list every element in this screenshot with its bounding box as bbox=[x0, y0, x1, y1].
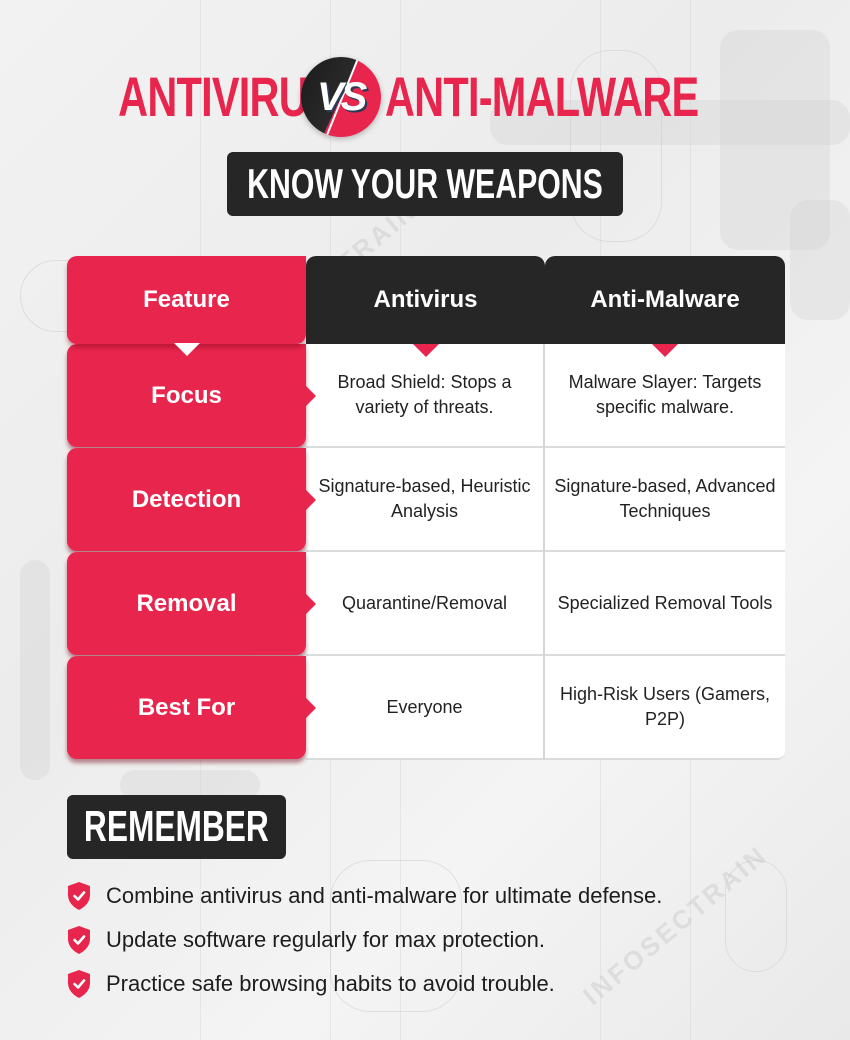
feature-label: Removal bbox=[136, 589, 237, 617]
antivirus-cell: Broad Shield: Stops a variety of threats… bbox=[306, 344, 545, 448]
title: ANTIVIRUS VS ANTI-MALWARE bbox=[0, 52, 850, 142]
title-anti-malware: ANTI-MALWARE bbox=[384, 65, 699, 128]
table-row: Focus Broad Shield: Stops a variety of t… bbox=[67, 344, 785, 448]
table-header-row: Feature Antivirus Anti-Malware bbox=[67, 256, 785, 357]
pointer-right-icon bbox=[306, 385, 316, 406]
list-item: Practice safe browsing habits to avoid t… bbox=[66, 962, 662, 1006]
feature-cell: Best For bbox=[67, 656, 316, 759]
table-row: Detection Signature-based, Heuristic Ana… bbox=[67, 448, 785, 552]
pointer-right-icon bbox=[306, 593, 316, 614]
tip-text: Practice safe browsing habits to avoid t… bbox=[106, 971, 555, 996]
pointer-down-icon bbox=[652, 344, 678, 357]
antivirus-cell: Signature-based, Heuristic Analysis bbox=[306, 448, 545, 552]
shield-check-icon bbox=[68, 926, 90, 954]
header-feature: Feature bbox=[67, 256, 306, 356]
feature-cell: Detection bbox=[67, 448, 316, 551]
list-item: Update software regularly for max protec… bbox=[66, 918, 662, 962]
shield-check-icon bbox=[68, 882, 90, 910]
vs-label: VS bbox=[316, 74, 367, 119]
tips-list: Combine antivirus and anti-malware for u… bbox=[66, 874, 662, 1006]
feature-label: Best For bbox=[137, 693, 236, 721]
anti-malware-cell: Malware Slayer: Targets specific malware… bbox=[545, 344, 785, 448]
subtitle: KNOW YOUR WEAPONS bbox=[247, 160, 603, 207]
table-row: Best For Everyone High-Risk Users (Gamer… bbox=[67, 656, 785, 760]
header-anti-malware: Anti-Malware bbox=[545, 256, 785, 357]
pointer-down-icon bbox=[173, 343, 200, 356]
pointer-right-icon bbox=[306, 697, 316, 718]
bg-block bbox=[20, 560, 50, 780]
header-antivirus: Antivirus bbox=[306, 256, 545, 357]
pointer-down-icon bbox=[412, 344, 439, 357]
feature-cell: Removal bbox=[67, 552, 316, 655]
header-label: Antivirus bbox=[373, 286, 478, 313]
header-label: Anti-Malware bbox=[590, 286, 740, 313]
header-label: Feature bbox=[143, 286, 230, 313]
remember-heading: REMEMBER bbox=[84, 802, 269, 851]
vs-badge: VS bbox=[300, 57, 381, 137]
tip-text: Update software regularly for max protec… bbox=[106, 927, 545, 952]
comparison-table: Feature Antivirus Anti-Malware Focus Bro… bbox=[67, 256, 785, 760]
antivirus-cell: Everyone bbox=[306, 656, 545, 760]
table-row: Removal Quarantine/Removal Specialized R… bbox=[67, 552, 785, 656]
bg-circuit bbox=[725, 860, 787, 972]
feature-cell: Focus bbox=[67, 344, 316, 447]
feature-label: Detection bbox=[131, 485, 242, 513]
anti-malware-cell: Signature-based, Advanced Techniques bbox=[545, 448, 785, 552]
feature-label: Focus bbox=[151, 381, 222, 409]
subtitle-banner: KNOW YOUR WEAPONS bbox=[227, 152, 623, 216]
antivirus-cell: Quarantine/Removal bbox=[306, 552, 545, 656]
anti-malware-cell: High-Risk Users (Gamers, P2P) bbox=[545, 656, 785, 760]
bg-block bbox=[790, 200, 850, 320]
tip-text: Combine antivirus and anti-malware for u… bbox=[106, 883, 663, 908]
anti-malware-cell: Specialized Removal Tools bbox=[545, 552, 785, 656]
shield-check-icon bbox=[68, 970, 90, 998]
remember-banner: REMEMBER bbox=[67, 795, 286, 859]
pointer-right-icon bbox=[306, 489, 316, 510]
list-item: Combine antivirus and anti-malware for u… bbox=[66, 874, 662, 918]
